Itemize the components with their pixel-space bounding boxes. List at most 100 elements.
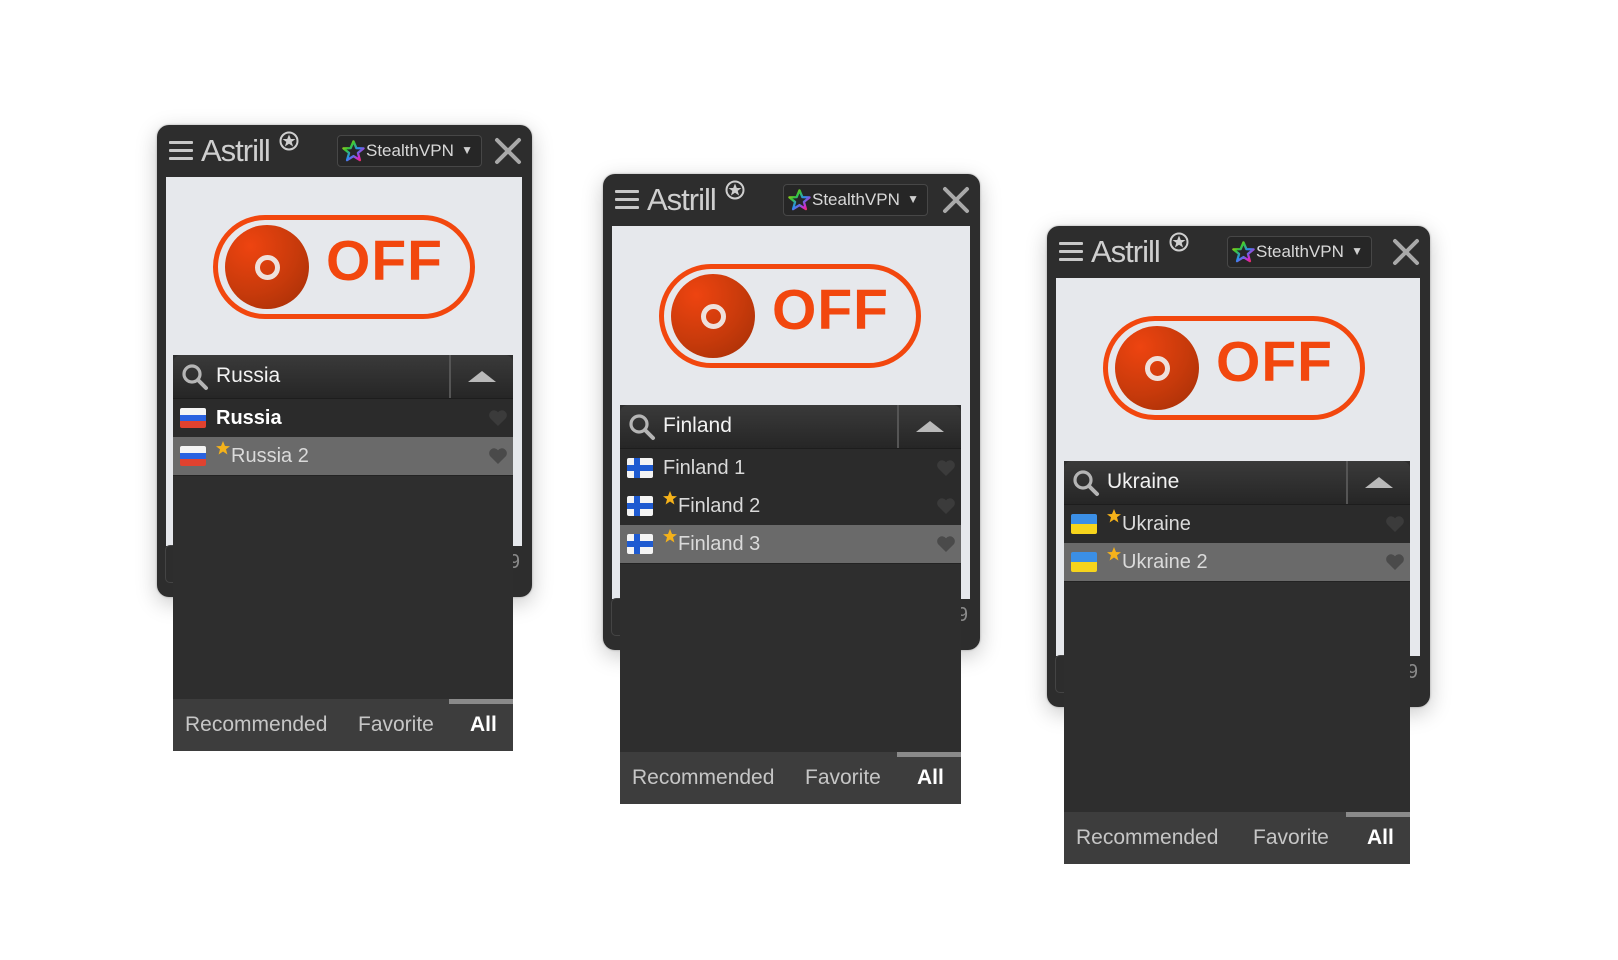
menu-icon[interactable] [1059, 242, 1083, 262]
favorite-heart-icon[interactable] [1385, 515, 1405, 533]
finland-flag-icon [627, 496, 653, 516]
server-row[interactable]: Finland 1 [620, 449, 961, 488]
rainbow-star-icon [1232, 241, 1255, 263]
recommended-star-icon [663, 529, 677, 543]
connect-toggle[interactable]: OFF [659, 264, 921, 368]
protocol-label: StealthVPN [1256, 242, 1344, 261]
favorite-heart-icon[interactable] [936, 535, 956, 553]
server-row[interactable]: Finland 2 [620, 487, 961, 526]
rainbow-star-icon [342, 140, 365, 162]
recommended-star-icon [216, 441, 230, 455]
recommended-star-icon [1107, 509, 1121, 523]
protocol-selector[interactable]: StealthVPN ▼ [783, 184, 928, 216]
server-row[interactable]: Ukraine 2 [1064, 543, 1410, 582]
server-search[interactable]: Finland [620, 405, 961, 448]
search-input[interactable]: Russia [216, 364, 280, 388]
server-search[interactable]: Ukraine [1064, 461, 1410, 504]
menu-icon[interactable] [615, 190, 639, 210]
caret-down-icon: ▼ [1351, 244, 1363, 258]
server-name: Finland 3 [678, 533, 761, 555]
server-dropdown: Russia Russia Russia 2 Recommended Favorit… [173, 355, 513, 751]
connect-toggle[interactable]: OFF [1103, 316, 1365, 420]
title-bar: Astrill StealthVPN ▼ [157, 125, 532, 177]
server-name: Ukraine 2 [1122, 551, 1208, 573]
server-name: Finland 2 [678, 495, 761, 517]
toggle-state-label: OFF [772, 278, 889, 342]
search-divider [449, 355, 451, 398]
connect-toggle[interactable]: OFF [213, 215, 475, 319]
tab-all[interactable]: All [917, 766, 944, 790]
search-divider [1346, 461, 1348, 504]
menu-icon[interactable] [169, 141, 193, 161]
favorite-heart-icon[interactable] [488, 447, 508, 465]
caret-down-icon: ▼ [907, 192, 919, 206]
tab-recommended[interactable]: Recommended [632, 766, 774, 790]
active-tab-indicator [897, 752, 961, 757]
favorite-heart-icon[interactable] [1385, 553, 1405, 571]
server-name: Ukraine [1122, 513, 1191, 535]
collapse-arrow-icon[interactable] [468, 371, 496, 382]
tab-favorite[interactable]: Favorite [805, 766, 881, 790]
favorite-heart-icon[interactable] [488, 409, 508, 427]
toggle-state-label: OFF [1216, 330, 1333, 394]
server-row[interactable]: Russia 2 [173, 437, 513, 476]
tab-favorite[interactable]: Favorite [1253, 826, 1329, 850]
active-tab-indicator [1346, 812, 1410, 817]
brand-star-icon [725, 180, 745, 200]
title-bar: Astrill StealthVPN ▼ [603, 174, 980, 226]
favorite-heart-icon[interactable] [936, 497, 956, 515]
server-name: Finland 1 [663, 457, 746, 479]
server-name: Russia 2 [231, 445, 309, 467]
protocol-label: StealthVPN [366, 141, 454, 160]
finland-flag-icon [627, 458, 653, 478]
server-tabs: Recommended Favorite All [1064, 812, 1410, 864]
server-tabs: Recommended Favorite All [173, 699, 513, 751]
collapse-arrow-icon[interactable] [1365, 477, 1393, 488]
toggle-state-label: OFF [326, 229, 443, 293]
finland-flag-icon [627, 534, 653, 554]
search-input[interactable]: Ukraine [1107, 470, 1179, 494]
russia-flag-icon [180, 446, 206, 466]
rainbow-star-icon [788, 189, 811, 211]
server-row[interactable]: Ukraine [1064, 505, 1410, 544]
close-icon[interactable] [942, 186, 970, 214]
search-icon [182, 364, 208, 390]
caret-down-icon: ▼ [461, 143, 473, 157]
protocol-selector[interactable]: StealthVPN ▼ [337, 135, 482, 167]
server-search[interactable]: Russia [173, 355, 513, 398]
power-knob-icon [671, 274, 755, 358]
brand-logo: Astrill [201, 133, 271, 168]
server-dropdown: Finland Finland 1 Finland 2 Finland 3 Reco… [620, 405, 961, 804]
server-name: Russia [216, 407, 282, 429]
search-input[interactable]: Finland [663, 414, 732, 438]
tab-recommended[interactable]: Recommended [185, 713, 327, 737]
tab-all[interactable]: All [470, 713, 497, 737]
collapse-arrow-icon[interactable] [916, 421, 944, 432]
russia-flag-icon [180, 408, 206, 428]
close-icon[interactable] [1392, 238, 1420, 266]
favorite-heart-icon[interactable] [936, 459, 956, 477]
tab-recommended[interactable]: Recommended [1076, 826, 1218, 850]
power-knob-icon [1115, 326, 1199, 410]
ukraine-flag-icon [1071, 552, 1097, 572]
tab-favorite[interactable]: Favorite [358, 713, 434, 737]
recommended-star-icon [1107, 547, 1121, 561]
tab-all[interactable]: All [1367, 826, 1394, 850]
power-knob-icon [225, 225, 309, 309]
protocol-label: StealthVPN [812, 190, 900, 209]
search-icon [1073, 470, 1099, 496]
server-row[interactable]: Russia [173, 399, 513, 438]
search-icon [629, 414, 655, 440]
brand-logo: Astrill [647, 182, 717, 217]
server-tabs: Recommended Favorite All [620, 752, 961, 804]
title-bar: Astrill StealthVPN ▼ [1047, 226, 1430, 278]
protocol-selector[interactable]: StealthVPN ▼ [1227, 236, 1372, 268]
ukraine-flag-icon [1071, 514, 1097, 534]
server-dropdown: Ukraine Ukraine Ukraine 2 Recommended Favo… [1064, 461, 1410, 864]
brand-star-icon [1169, 232, 1189, 252]
close-icon[interactable] [494, 137, 522, 165]
search-divider [897, 405, 899, 448]
active-tab-indicator [449, 699, 513, 704]
server-row[interactable]: Finland 3 [620, 525, 961, 564]
brand-logo: Astrill [1091, 234, 1161, 269]
